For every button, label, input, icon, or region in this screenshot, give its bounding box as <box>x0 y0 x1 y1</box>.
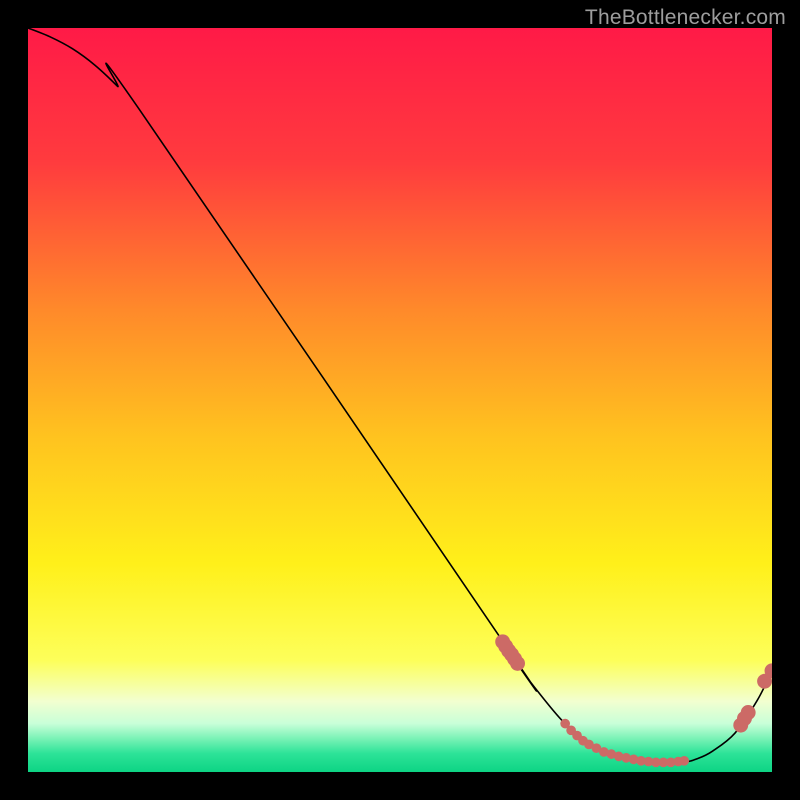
data-marker <box>741 705 756 720</box>
data-marker <box>679 756 689 766</box>
data-marker <box>510 656 525 671</box>
chart-container: TheBottlenecker.com <box>0 0 800 800</box>
chart-svg <box>28 28 772 772</box>
attribution-text: TheBottlenecker.com <box>585 6 786 30</box>
plot-area <box>28 28 772 772</box>
